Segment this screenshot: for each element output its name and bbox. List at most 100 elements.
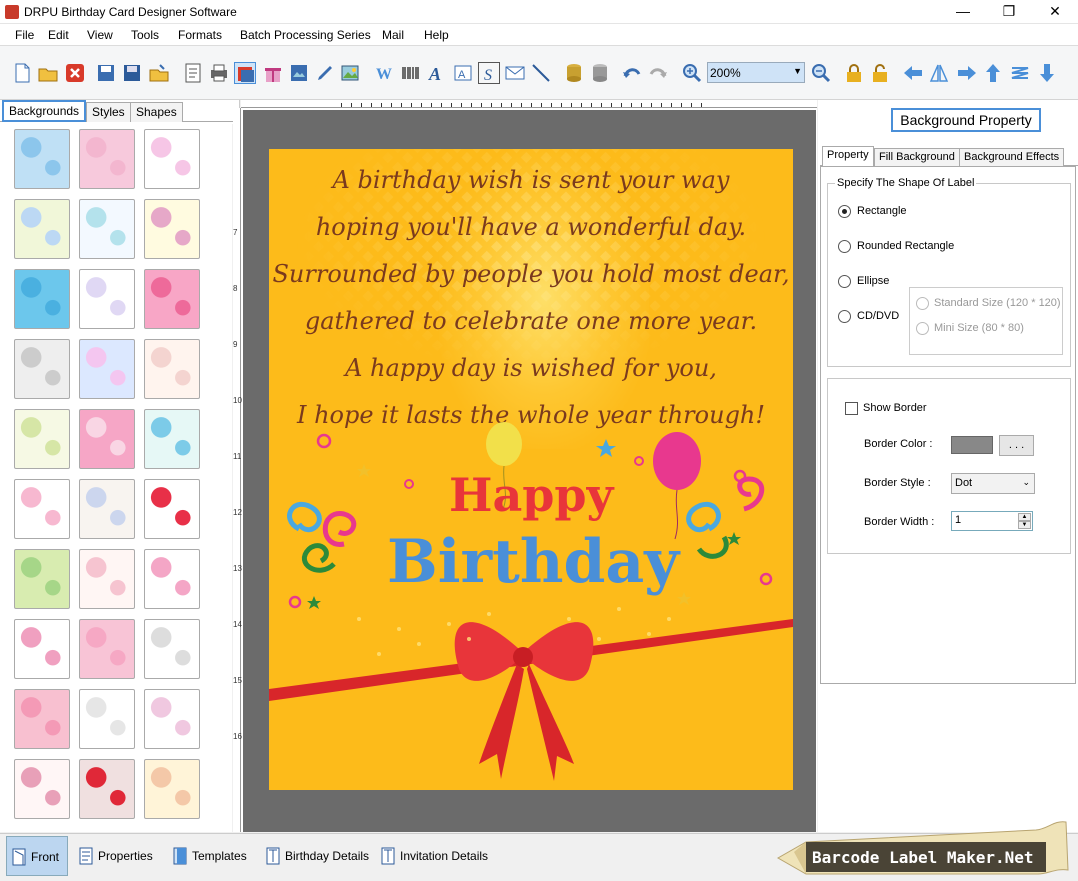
background-thumbnail[interactable] xyxy=(14,409,70,469)
show-border-checkbox[interactable] xyxy=(845,402,858,415)
background-thumbnail[interactable] xyxy=(14,549,70,609)
export-icon[interactable] xyxy=(148,62,170,84)
menu-batch-processing[interactable]: Batch Processing Series xyxy=(240,28,371,42)
card-view-icon[interactable] xyxy=(234,62,256,84)
background-thumbnail[interactable] xyxy=(14,759,70,819)
flip-icon[interactable] xyxy=(928,62,950,84)
background-thumbnail[interactable] xyxy=(79,689,135,749)
radio-ellipse[interactable] xyxy=(838,275,851,288)
word-art-icon[interactable]: W xyxy=(374,62,396,84)
tab-background-effects[interactable]: Background Effects xyxy=(959,148,1065,167)
background-thumbnail[interactable] xyxy=(14,129,70,189)
pen-icon[interactable] xyxy=(314,62,336,84)
lock-icon[interactable] xyxy=(843,62,865,84)
background-thumbnail[interactable] xyxy=(79,619,135,679)
menu-tools[interactable]: Tools xyxy=(131,28,159,42)
radio-mini-size[interactable] xyxy=(916,322,929,335)
tab-templates[interactable]: Templates xyxy=(168,836,247,876)
open-icon[interactable] xyxy=(37,62,59,84)
tab-backgrounds[interactable]: Backgrounds xyxy=(2,100,87,122)
background-thumbnail[interactable] xyxy=(144,689,200,749)
background-thumbnail[interactable] xyxy=(144,759,200,819)
tab-properties[interactable]: Properties xyxy=(74,836,153,876)
border-style-select[interactable]: Dot ⌄ xyxy=(951,473,1035,494)
menu-edit[interactable]: Edit xyxy=(48,28,69,42)
background-thumbnail[interactable] xyxy=(14,619,70,679)
radio-cd-dvd[interactable] xyxy=(838,310,851,323)
menu-file[interactable]: File xyxy=(15,28,34,42)
background-thumbnail[interactable] xyxy=(144,339,200,399)
restore-button[interactable]: ❐ xyxy=(986,0,1032,24)
unlock-icon[interactable] xyxy=(869,62,891,84)
minimize-button[interactable]: — xyxy=(940,0,986,24)
background-thumbnail[interactable] xyxy=(79,409,135,469)
image-save-icon[interactable] xyxy=(288,62,310,84)
save-as-icon[interactable] xyxy=(121,62,143,84)
picture-icon[interactable] xyxy=(340,62,362,84)
background-thumbnail[interactable] xyxy=(79,269,135,329)
align-icon[interactable] xyxy=(1009,62,1031,84)
zoom-out-icon[interactable] xyxy=(810,62,832,84)
tab-invitation-details[interactable]: Invitation Details xyxy=(376,836,488,876)
radio-rounded-rectangle[interactable] xyxy=(838,240,851,253)
envelope-icon[interactable] xyxy=(504,62,526,84)
background-thumbnail[interactable] xyxy=(144,619,200,679)
redo-icon[interactable] xyxy=(647,62,669,84)
gift-icon[interactable] xyxy=(262,62,284,84)
tab-front[interactable]: Front xyxy=(6,836,68,876)
barcode-icon[interactable] xyxy=(400,62,422,84)
tab-property[interactable]: Property xyxy=(822,146,874,167)
tab-shapes[interactable]: Shapes xyxy=(130,102,183,122)
properties-icon[interactable] xyxy=(182,62,204,84)
save-icon[interactable] xyxy=(95,62,117,84)
background-thumbnail[interactable] xyxy=(144,549,200,609)
arrow-down-icon[interactable] xyxy=(1036,62,1058,84)
tab-birthday-details[interactable]: Birthday Details xyxy=(261,836,369,876)
background-thumbnail[interactable] xyxy=(79,339,135,399)
background-thumbnail[interactable] xyxy=(144,479,200,539)
database-grey-icon[interactable] xyxy=(589,62,611,84)
radio-rectangle[interactable] xyxy=(838,205,851,218)
zoom-select[interactable]: 200% ▼ xyxy=(707,62,805,83)
background-thumbnail[interactable] xyxy=(14,269,70,329)
undo-icon[interactable] xyxy=(621,62,643,84)
stepper-down-icon[interactable]: ▼ xyxy=(1018,521,1031,529)
arrow-left-icon[interactable] xyxy=(902,62,924,84)
new-icon[interactable] xyxy=(11,62,33,84)
border-color-button[interactable]: . . . xyxy=(999,435,1034,456)
menu-view[interactable]: View xyxy=(87,28,113,42)
background-thumbnail[interactable] xyxy=(14,689,70,749)
background-thumbnail[interactable] xyxy=(79,129,135,189)
background-thumbnail[interactable] xyxy=(144,199,200,259)
menu-mail[interactable]: Mail xyxy=(382,28,404,42)
birthday-card[interactable]: A birthday wish is sent your way hoping … xyxy=(269,149,793,790)
print-icon[interactable] xyxy=(208,62,230,84)
background-thumbnail[interactable] xyxy=(79,479,135,539)
radio-standard-size[interactable] xyxy=(916,297,929,310)
line-icon[interactable] xyxy=(530,62,552,84)
background-thumbnail[interactable] xyxy=(14,479,70,539)
close-icon[interactable] xyxy=(64,62,86,84)
signature-icon[interactable]: S xyxy=(478,62,500,84)
tab-styles[interactable]: Styles xyxy=(86,102,131,122)
menu-help[interactable]: Help xyxy=(424,28,449,42)
background-thumbnail[interactable] xyxy=(14,199,70,259)
background-thumbnail[interactable] xyxy=(144,129,200,189)
border-color-swatch[interactable] xyxy=(951,436,993,454)
database-icon[interactable] xyxy=(563,62,585,84)
background-thumbnail[interactable] xyxy=(14,339,70,399)
border-width-stepper[interactable]: 1 ▲ ▼ xyxy=(951,511,1033,531)
background-thumbnail[interactable] xyxy=(79,759,135,819)
label-icon[interactable]: A xyxy=(452,62,474,84)
background-thumbnail[interactable] xyxy=(144,269,200,329)
close-button[interactable]: ✕ xyxy=(1032,0,1078,24)
stepper-up-icon[interactable]: ▲ xyxy=(1018,513,1031,521)
background-thumbnail[interactable] xyxy=(79,549,135,609)
zoom-in-icon[interactable] xyxy=(681,62,703,84)
menu-formats[interactable]: Formats xyxy=(178,28,222,42)
text-icon[interactable]: A xyxy=(426,62,448,84)
background-thumbnail[interactable] xyxy=(144,409,200,469)
tab-fill-background[interactable]: Fill Background xyxy=(874,148,960,167)
arrow-right-icon[interactable] xyxy=(956,62,978,84)
background-thumbnail[interactable] xyxy=(79,199,135,259)
